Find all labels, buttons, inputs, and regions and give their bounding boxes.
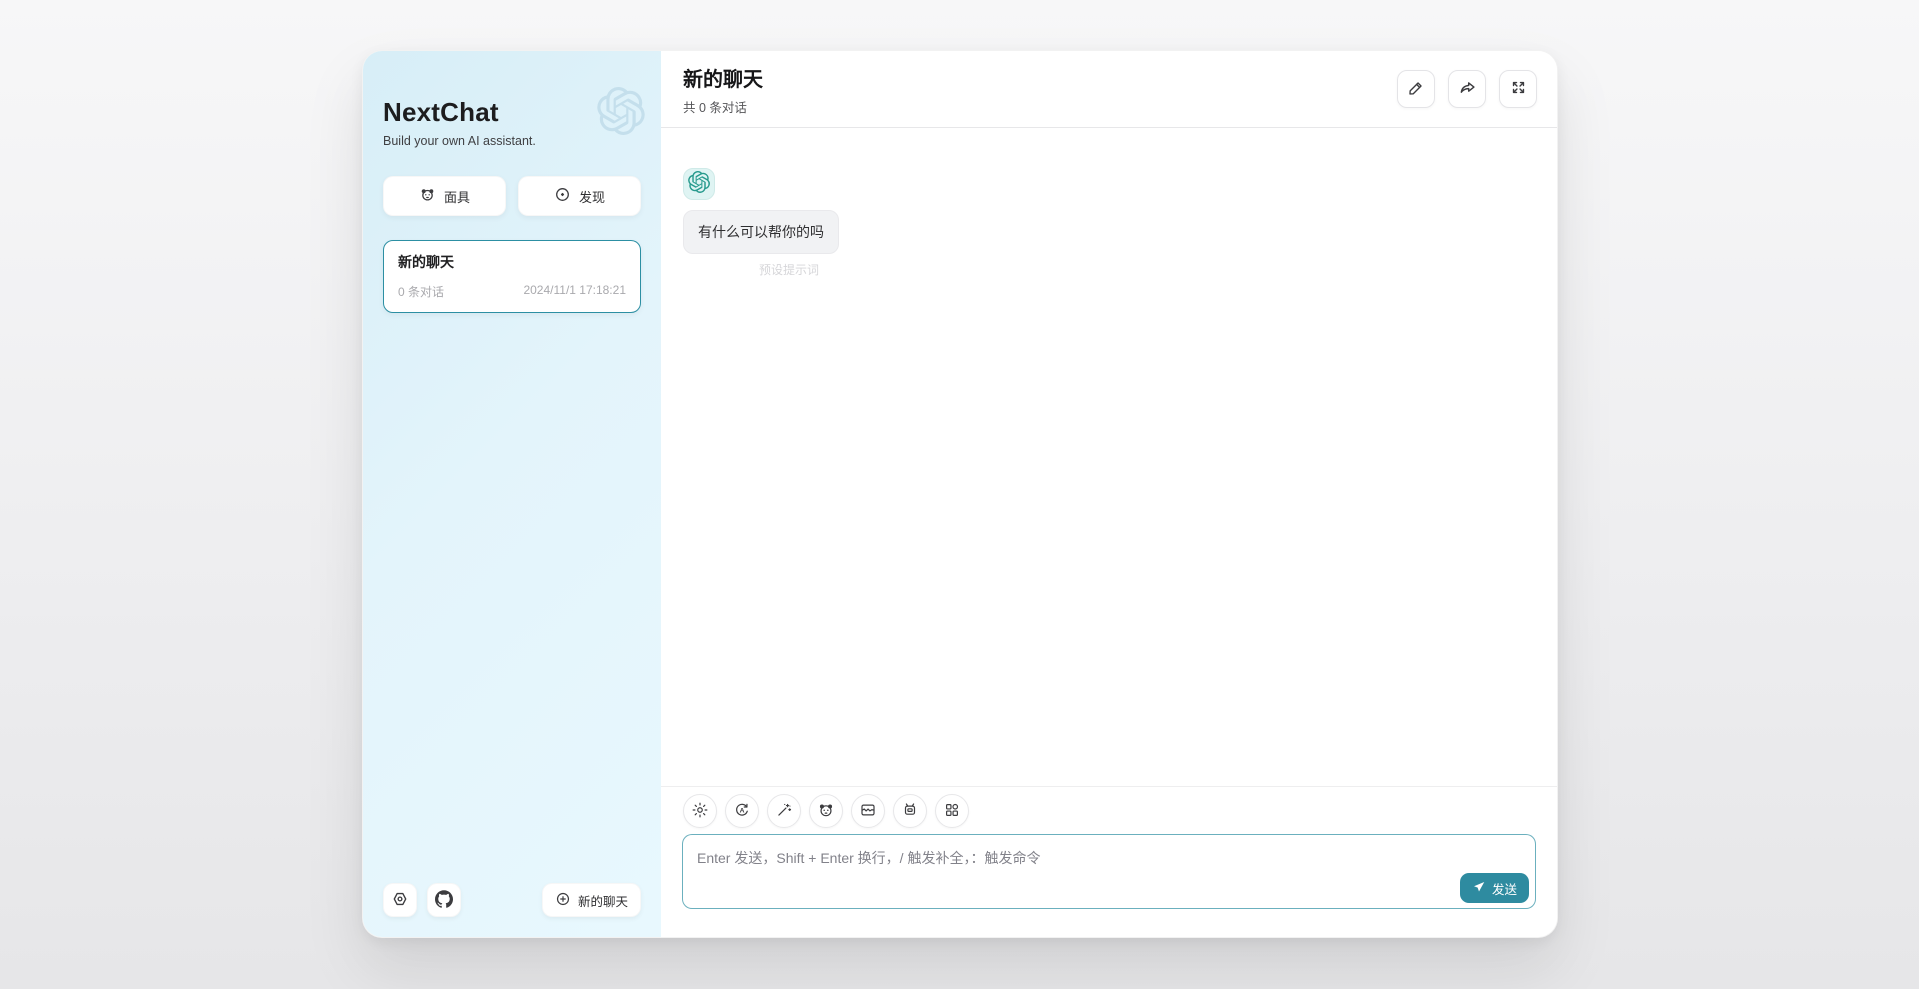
chat-title[interactable]: 新的聊天 (683, 63, 763, 92)
export-chat-button[interactable] (1448, 70, 1486, 108)
sidebar-actions: 面具 发现 (383, 176, 641, 216)
new-chat-button[interactable]: 新的聊天 (542, 883, 641, 917)
clear-context-button[interactable] (851, 794, 885, 828)
chat-item-title: 新的聊天 (398, 252, 626, 272)
chat-item-meta: 0 条对话 2024/11/1 17:18:21 (398, 283, 626, 300)
github-button[interactable] (427, 883, 461, 917)
chat-header-actions (1397, 70, 1537, 108)
theme-toggle-button[interactable]: A (725, 794, 759, 828)
nextchat-window: NextChat Build your own AI assistant. (362, 50, 1558, 938)
chat-list-item-selected[interactable]: 新的聊天 0 条对话 2024/11/1 17:18:21 (383, 240, 641, 313)
rename-chat-button[interactable] (1397, 70, 1435, 108)
share-icon (1458, 78, 1477, 100)
gear-icon (691, 801, 709, 822)
sidebar-footer: 新的聊天 (383, 883, 641, 917)
assistant-message-bubble[interactable]: 有什么可以帮你的吗 (683, 210, 839, 254)
discover-button-label: 发现 (579, 187, 605, 206)
discover-icon (554, 186, 571, 206)
assistant-message: 有什么可以帮你的吗 预设提示词 (683, 168, 1535, 278)
composer-toolbar: A (661, 786, 1557, 834)
assistant-avatar (683, 168, 715, 200)
openai-logo-watermark (597, 87, 645, 135)
message-input[interactable] (682, 834, 1536, 909)
mask-button[interactable]: 面具 (383, 176, 506, 216)
github-icon (435, 890, 453, 911)
model-select-button[interactable] (893, 794, 927, 828)
chat-header: 新的聊天 共 0 条对话 (661, 51, 1557, 128)
discover-button[interactable]: 发现 (518, 176, 641, 216)
chat-subtitle: 共 0 条对话 (683, 97, 763, 116)
plugin-grid-icon (943, 801, 961, 822)
new-chat-button-label: 新的聊天 (578, 891, 628, 910)
svg-text:A: A (740, 807, 745, 814)
fullscreen-button[interactable] (1499, 70, 1537, 108)
prompt-button[interactable] (767, 794, 801, 828)
desktop-background: NextChat Build your own AI assistant. (0, 0, 1919, 989)
send-button-label: 发送 (1492, 879, 1517, 898)
chat-header-titles: 新的聊天 共 0 条对话 (683, 63, 763, 116)
shortcut-grid-button[interactable] (935, 794, 969, 828)
chat-list: 新的聊天 0 条对话 2024/11/1 17:18:21 (383, 240, 641, 313)
paper-plane-icon (1472, 880, 1486, 897)
magic-wand-icon (775, 801, 793, 822)
robot-icon (901, 801, 919, 822)
app-tagline: Build your own AI assistant. (383, 134, 641, 148)
composer: 发送 (661, 834, 1557, 937)
chat-item-timestamp: 2024/11/1 17:18:21 (523, 283, 626, 300)
sidebar: NextChat Build your own AI assistant. (363, 51, 661, 937)
send-button[interactable]: 发送 (1460, 873, 1529, 903)
mask-icon (817, 801, 835, 822)
edit-icon (1407, 79, 1425, 100)
add-circle-icon (555, 891, 571, 910)
chat-main: 新的聊天 共 0 条对话 (661, 51, 1557, 937)
chat-settings-button[interactable] (683, 794, 717, 828)
mask-select-button[interactable] (809, 794, 843, 828)
mask-button-label: 面具 (444, 187, 470, 206)
settings-button[interactable] (383, 883, 417, 917)
preset-prompt-hint: 预设提示词 (759, 261, 1535, 278)
theme-auto-icon: A (733, 801, 751, 822)
openai-logo-icon (688, 171, 710, 198)
clear-context-icon (859, 801, 877, 822)
chat-message-list: 有什么可以帮你的吗 预设提示词 (661, 128, 1557, 786)
settings-icon (391, 890, 409, 911)
fullscreen-icon (1510, 79, 1527, 99)
chat-item-message-count: 0 条对话 (398, 283, 444, 300)
mask-icon (419, 186, 436, 206)
